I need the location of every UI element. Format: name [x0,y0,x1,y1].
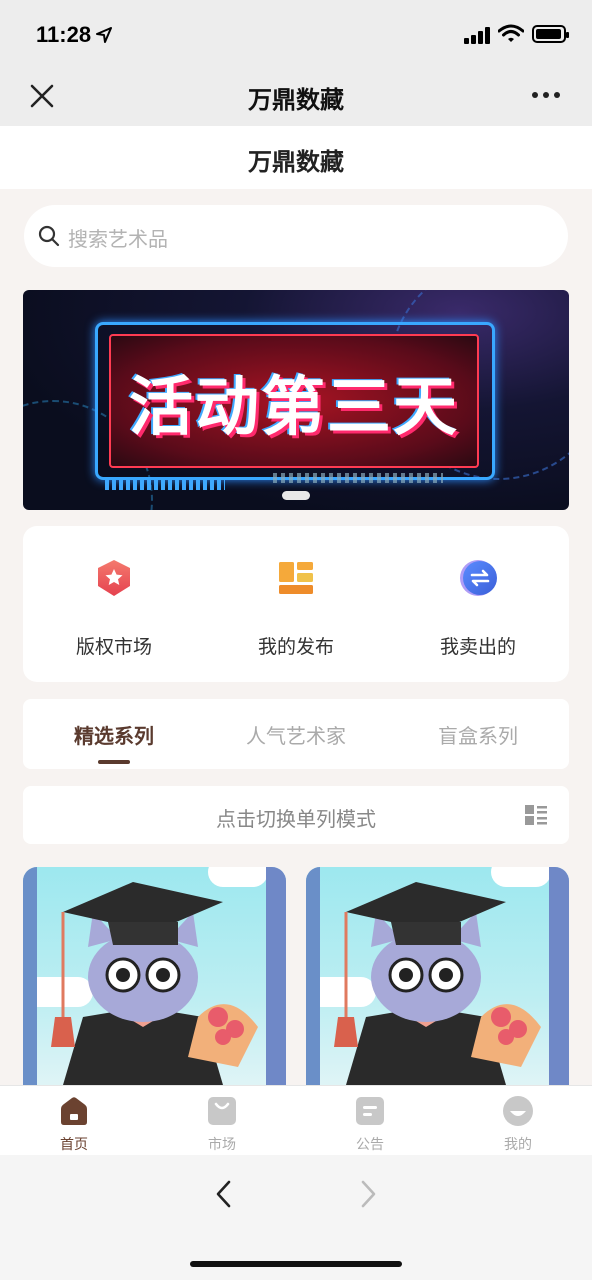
shield-star-icon [98,560,130,596]
view-mode-toggle[interactable]: 点击切换单列模式 [23,786,569,844]
banner-decoration [273,473,443,483]
wifi-icon [498,24,524,42]
bottom-tab-bar: 首页 市场 公告 我的 [0,1085,592,1155]
more-icon[interactable] [532,92,562,100]
active-tab-indicator [98,760,130,764]
menu-my-sold[interactable]: 我卖出的 [387,526,569,682]
menu-my-publish[interactable]: 我的发布 [205,526,387,682]
search-icon [38,225,60,247]
profile-icon [503,1096,533,1126]
page-title: 万鼎数藏 [248,148,344,176]
tabbar-home[interactable]: 首页 [0,1086,148,1156]
tabbar-label: 首页 [60,1137,88,1153]
shopping-bag-icon [208,1097,236,1125]
exchange-circle-icon [460,560,497,596]
tab-featured-series[interactable]: 精选系列 [23,720,205,749]
signal-icon [464,26,492,44]
search-placeholder: 搜索艺术品 [68,227,168,251]
home-indicator[interactable] [190,1261,402,1267]
tabbar-profile[interactable]: 我的 [444,1086,592,1156]
home-icon [61,1097,87,1125]
tab-blind-box-series[interactable]: 盲盒系列 [387,720,569,749]
nav-title: 万鼎数藏 [248,86,344,114]
banner-headline: 活动第三天 [129,371,459,445]
artwork-card[interactable] [23,867,286,1085]
page-header: 万鼎数藏 [0,126,592,189]
back-arrow-icon[interactable] [212,1179,236,1209]
menu-label: 版权市场 [75,636,152,658]
tab-popular-artists[interactable]: 人气艺术家 [205,720,387,749]
location-arrow-icon [96,27,112,43]
banner-decoration [105,480,225,490]
list-grid-icon [525,805,547,825]
artwork-image [51,882,258,1085]
forward-arrow-icon[interactable] [356,1179,380,1209]
tabbar-market[interactable]: 市场 [148,1086,296,1156]
tabbar-label: 公告 [356,1137,384,1153]
search-input[interactable]: 搜索艺术品 [24,205,568,267]
menu-copyright-market[interactable]: 版权市场 [23,526,205,682]
tabbar-label: 我的 [504,1137,532,1153]
nav-bar: 万鼎数藏 [0,66,592,126]
artwork-card[interactable] [306,867,569,1085]
status-bar: 11:28 [0,0,592,66]
menu-label: 我卖出的 [439,636,516,658]
browser-toolbar [0,1155,592,1280]
notice-icon [356,1097,384,1125]
status-time: 11:28 [36,22,92,47]
carousel-indicator[interactable] [282,491,310,500]
promo-banner[interactable]: 活动第三天 [23,290,569,510]
tabbar-notice[interactable]: 公告 [296,1086,444,1156]
quick-menu: 版权市场 我的发布 我卖出的 [23,526,569,682]
artwork-image [334,882,541,1085]
tabbar-label: 市场 [208,1137,236,1153]
view-mode-label: 点击切换单列模式 [216,807,376,831]
menu-label: 我的发布 [257,636,334,658]
series-tabs: 精选系列 人气艺术家 盲盒系列 [23,699,569,769]
battery-icon [532,25,569,43]
layout-blocks-icon [279,562,313,594]
